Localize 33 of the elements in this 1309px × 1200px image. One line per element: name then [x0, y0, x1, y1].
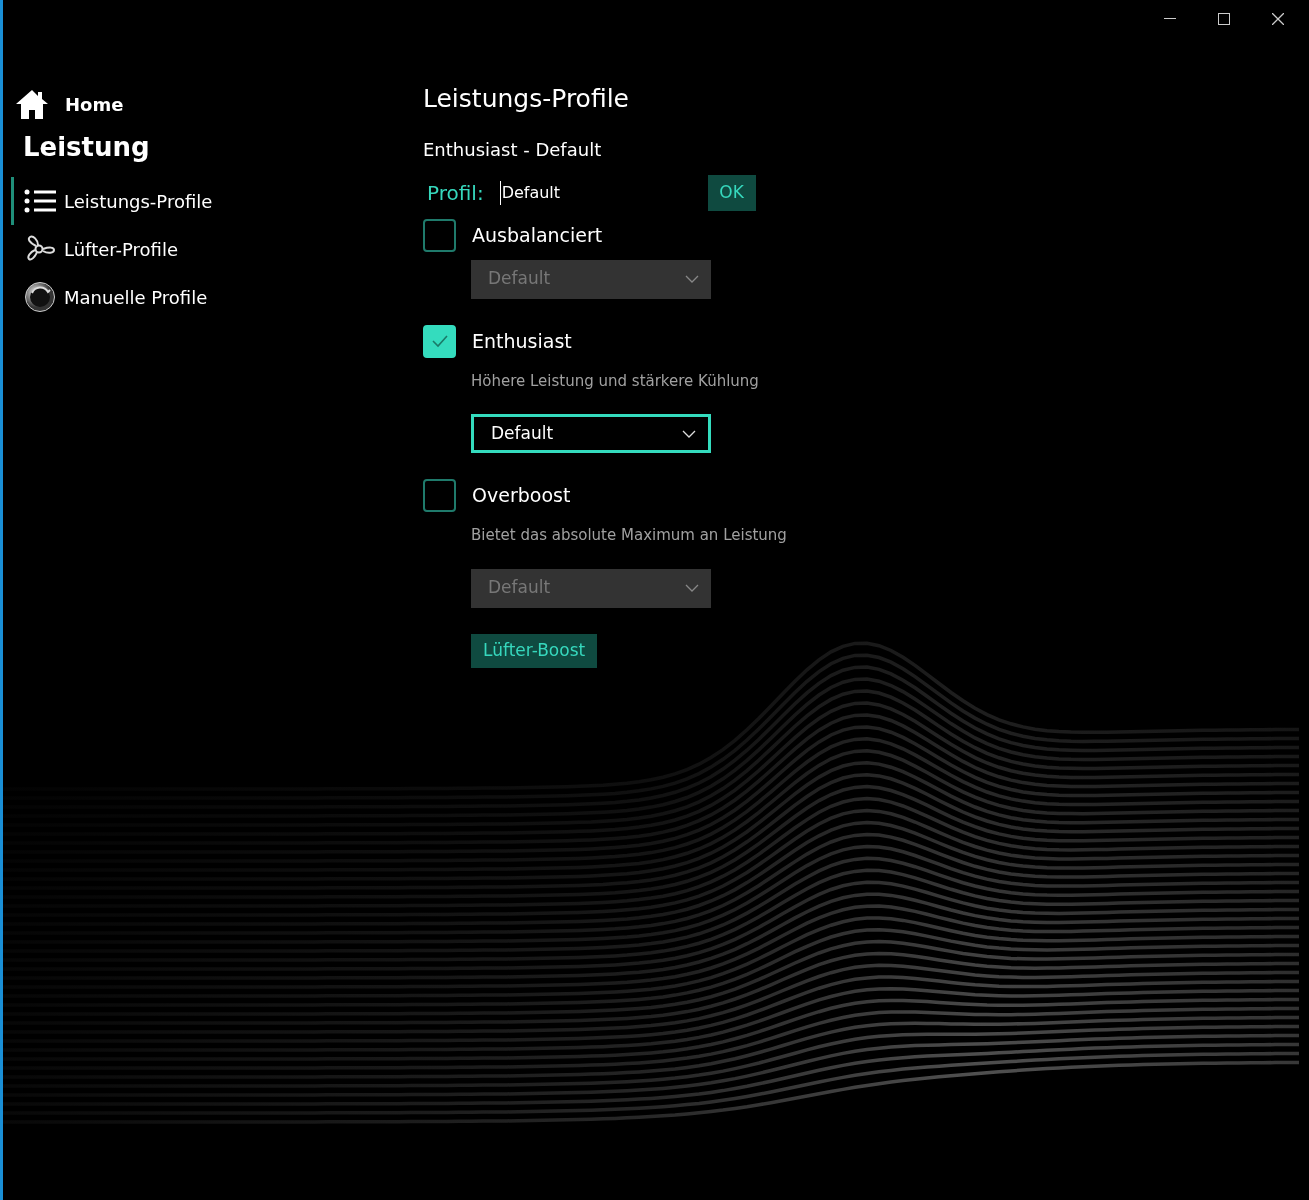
list-icon — [24, 189, 56, 213]
home-link[interactable]: Home — [11, 88, 130, 120]
minimize-icon — [1164, 18, 1176, 20]
maximize-icon — [1218, 13, 1230, 25]
chevron-down-icon — [682, 429, 696, 438]
fan-icon — [24, 235, 56, 263]
checkmark-icon — [430, 334, 449, 348]
close-icon — [1272, 13, 1284, 25]
section-title: Leistung — [23, 131, 151, 164]
profile-dropdown: Default — [471, 568, 711, 608]
gauge-icon — [24, 281, 56, 313]
profile-name-field[interactable]: Default — [499, 180, 660, 205]
checkbox-label: Overboost — [472, 483, 571, 509]
checkbox[interactable] — [423, 324, 456, 358]
checkbox-label: Enthusiast — [472, 328, 572, 354]
page-title: Leistungs-Profile — [423, 83, 630, 115]
page-subtitle: Enthusiast - Default — [423, 137, 603, 162]
profile-description: Höhere Leistung und stärkere Kühlung — [471, 370, 760, 392]
checkbox[interactable] — [423, 218, 456, 252]
profile-dropdown: Default — [471, 259, 711, 299]
chevron-down-icon — [685, 584, 699, 592]
profile-label: Profil: — [427, 179, 484, 207]
sidebar-item[interactable]: Leistungs-Profile — [11, 177, 213, 225]
profile-description: Bietet das absolute Maximum an Leistung — [471, 525, 788, 546]
checkbox-label: Ausbalanciert — [472, 222, 603, 248]
sidebar-item[interactable]: Manuelle Profile — [11, 273, 208, 321]
checkbox[interactable] — [423, 479, 456, 512]
home-icon — [15, 89, 49, 119]
fan-boost-button[interactable]: Lüfter-Boost — [471, 633, 598, 668]
profile-dropdown[interactable]: Default — [471, 414, 711, 453]
chevron-down-icon — [685, 275, 699, 283]
ok-button[interactable]: OK — [707, 174, 756, 211]
sidebar-item[interactable]: Lüfter-Profile — [11, 225, 178, 273]
